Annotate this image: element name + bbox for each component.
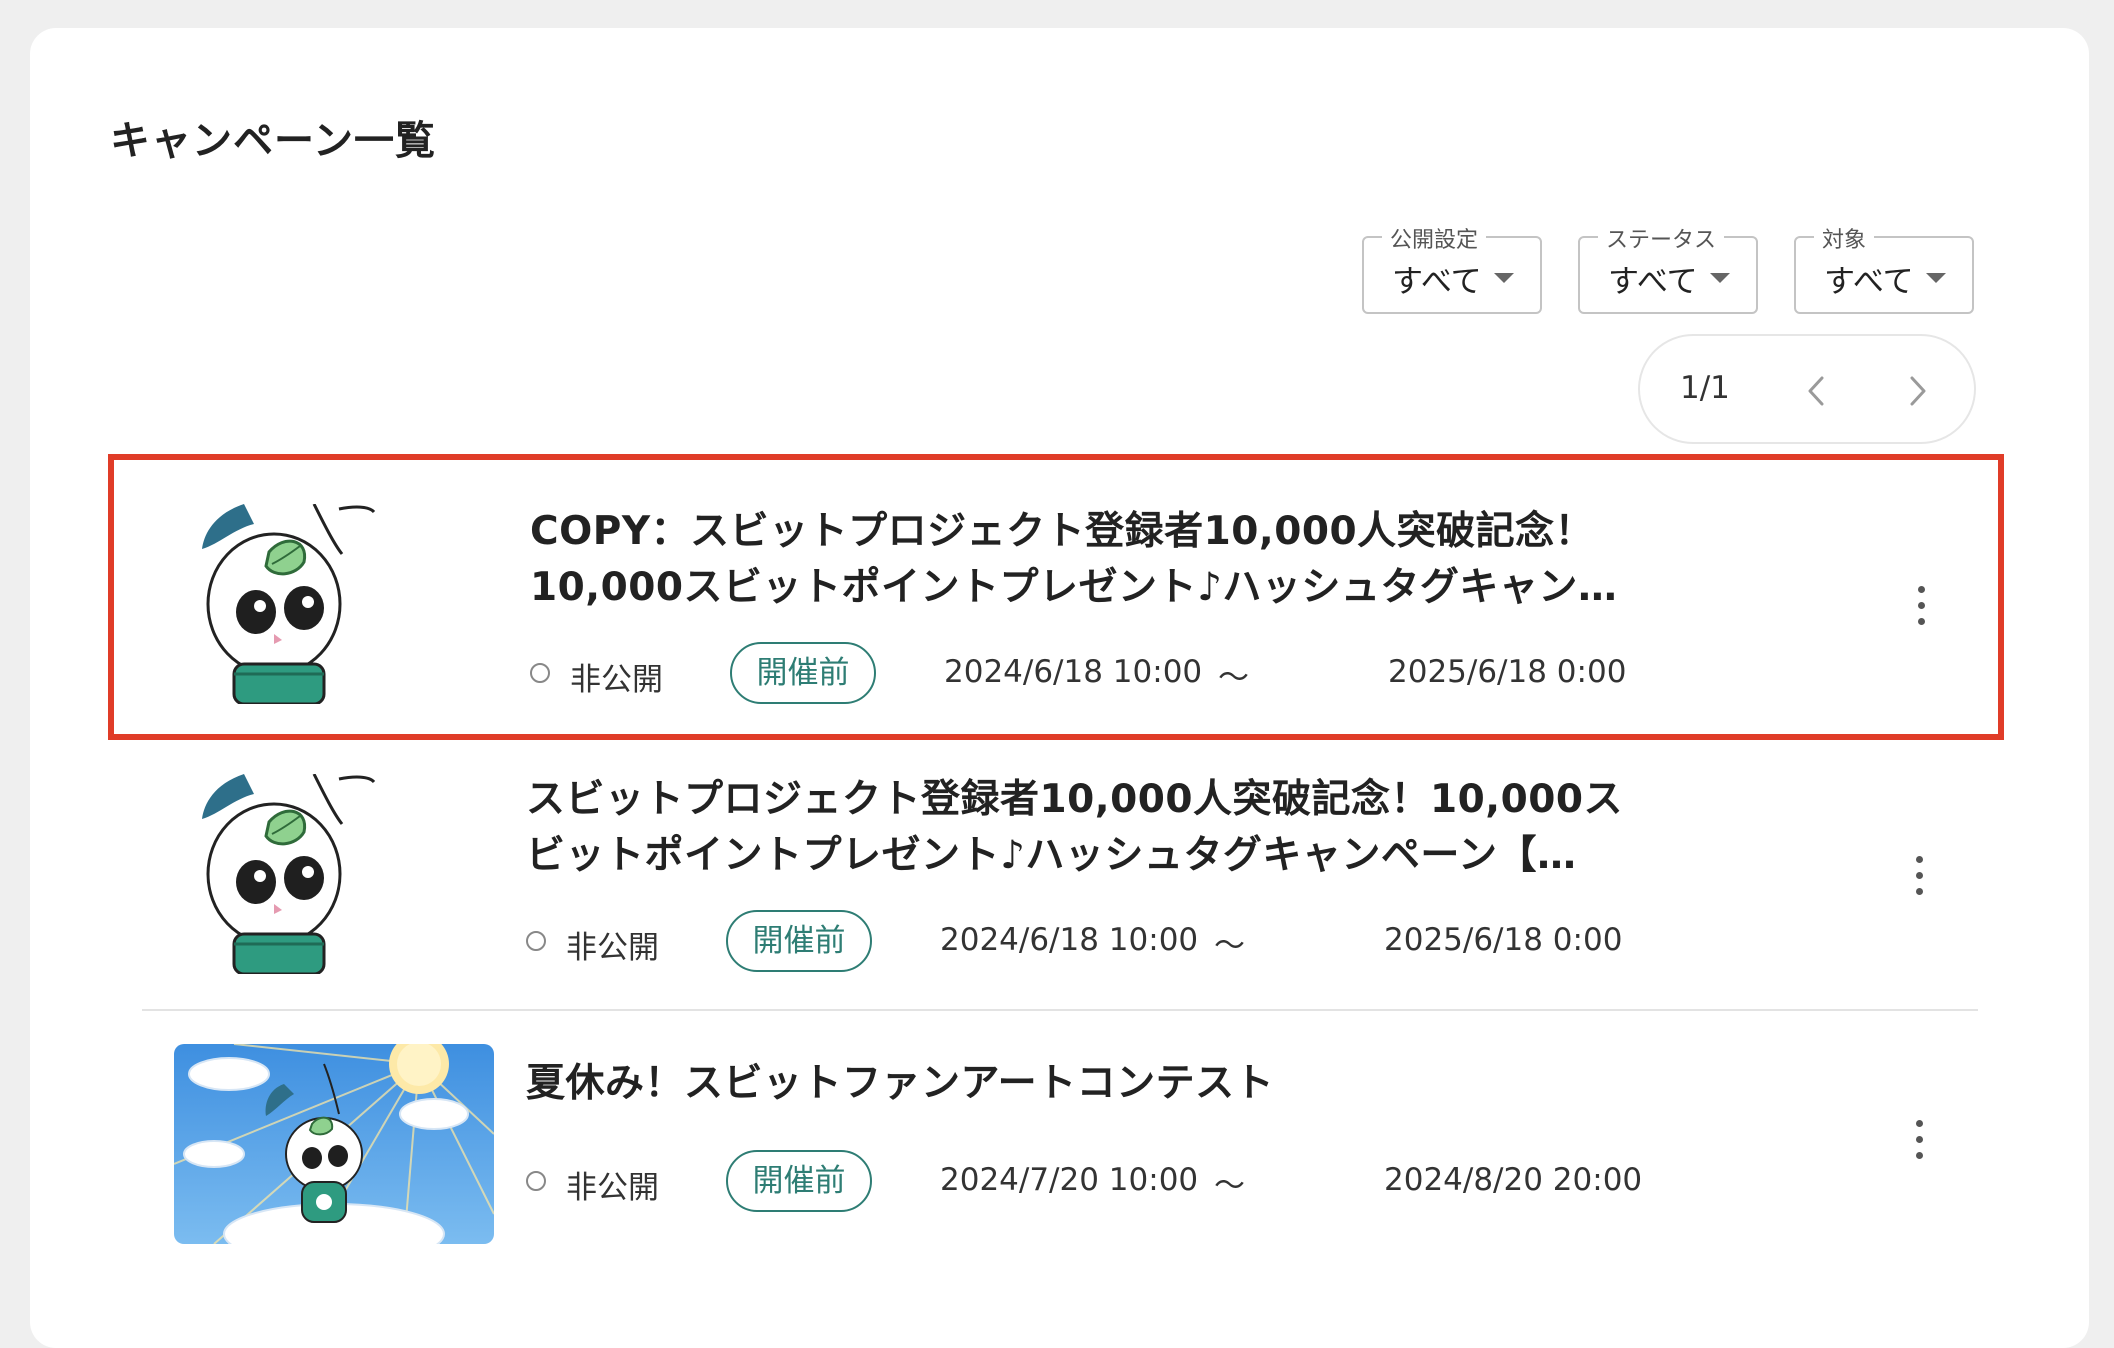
campaign-title[interactable]: 夏休み！スビットファンアートコンテスト [526,1056,1706,1112]
campaign-title[interactable]: スビットプロジェクト登録者10,000人突破記念！10,000ス ビットポイント… [526,772,1706,884]
visibility-label: 非公開 [570,662,663,698]
campaign-row[interactable]: COPY：スビットプロジェクト登録者10,000人突破記念！ 10,000スビッ… [108,454,2004,740]
chevron-right-icon[interactable] [1892,366,1942,416]
campaign-title-line: 10,000スビットポイントプレゼント♪ハッシュタグキャン… [530,565,1618,610]
campaign-row[interactable]: スビットプロジェクト登録者10,000人突破記念！10,000ス ビットポイント… [110,752,1980,1022]
page-count: 1/1 [1680,370,1730,406]
status-filter-select[interactable]: ステータス すべて [1578,222,1758,314]
row-divider [142,1009,1978,1011]
target-filter-value: すべて [1824,264,1914,300]
pagination: 1/1 [1638,334,1976,444]
caret-down-icon [1494,273,1514,283]
campaign-meta: 非公開 開催前 2024/7/20 10:00 〜 2024/8/20 20:0… [526,1150,1642,1216]
campaign-title[interactable]: COPY：スビットプロジェクト登録者10,000人突破記念！ 10,000スビッ… [530,504,1710,616]
end-datetime: 2024/8/20 20:00 [1384,1162,1643,1198]
more-options-icon[interactable] [1900,1112,1940,1172]
start-datetime: 2024/6/18 10:00 [940,922,1199,958]
page-title: キャンペーン一覧 [110,118,436,164]
campaign-title-line: ビットポイントプレゼント♪ハッシュタグキャンペーン【… [526,833,1577,878]
campaign-title-line: スビットプロジェクト登録者10,000人突破記念！10,000ス [526,777,1623,822]
visibility-label: 非公開 [566,930,659,966]
visibility-filter-value: すべて [1392,264,1482,300]
rabbit-mascot-thumbnail [174,774,496,974]
date-separator: 〜 [1218,660,1249,696]
chevron-left-icon[interactable] [1792,366,1842,416]
visibility-label: 非公開 [566,1170,659,1206]
status-badge: 開催前 [726,910,872,972]
visibility-radio-icon [526,1171,546,1191]
visibility-filter-select[interactable]: 公開設定 すべて [1362,222,1542,314]
rabbit-mascot-thumbnail [174,504,496,704]
date-separator: 〜 [1214,1168,1245,1204]
campaign-title-line: 夏休み！スビットファンアートコンテスト [526,1061,1275,1106]
visibility-radio-icon [530,663,550,683]
end-datetime: 2025/6/18 0:00 [1388,654,1627,690]
target-filter-select[interactable]: 対象 すべて [1794,222,1974,314]
visibility-filter-label: 公開設定 [1382,222,1487,254]
date-separator: 〜 [1214,928,1245,964]
visibility-radio-icon [526,931,546,951]
campaign-meta: 非公開 開催前 2024/6/18 10:00 〜 2025/6/18 0:00 [526,910,1626,976]
campaign-row[interactable]: 夏休み！スビットファンアートコンテスト 非公開 開催前 2024/7/20 10… [110,1020,1980,1290]
more-options-icon[interactable] [1902,578,1942,638]
campaign-title-line: COPY：スビットプロジェクト登録者10,000人突破記念！ [530,509,1595,554]
status-badge: 開催前 [730,642,876,704]
start-datetime: 2024/6/18 10:00 [944,654,1203,690]
rabbit-on-cloud-thumbnail [174,1044,494,1244]
status-badge: 開催前 [726,1150,872,1212]
more-options-icon[interactable] [1900,848,1940,908]
target-filter-label: 対象 [1814,222,1875,254]
caret-down-icon [1926,273,1946,283]
status-filter-label: ステータス [1598,222,1725,254]
caret-down-icon [1710,273,1730,283]
end-datetime: 2025/6/18 0:00 [1384,922,1623,958]
start-datetime: 2024/7/20 10:00 [940,1162,1199,1198]
status-filter-value: すべて [1608,264,1698,300]
campaign-meta: 非公開 開催前 2024/6/18 10:00 〜 2025/6/18 0:00 [530,642,1630,708]
